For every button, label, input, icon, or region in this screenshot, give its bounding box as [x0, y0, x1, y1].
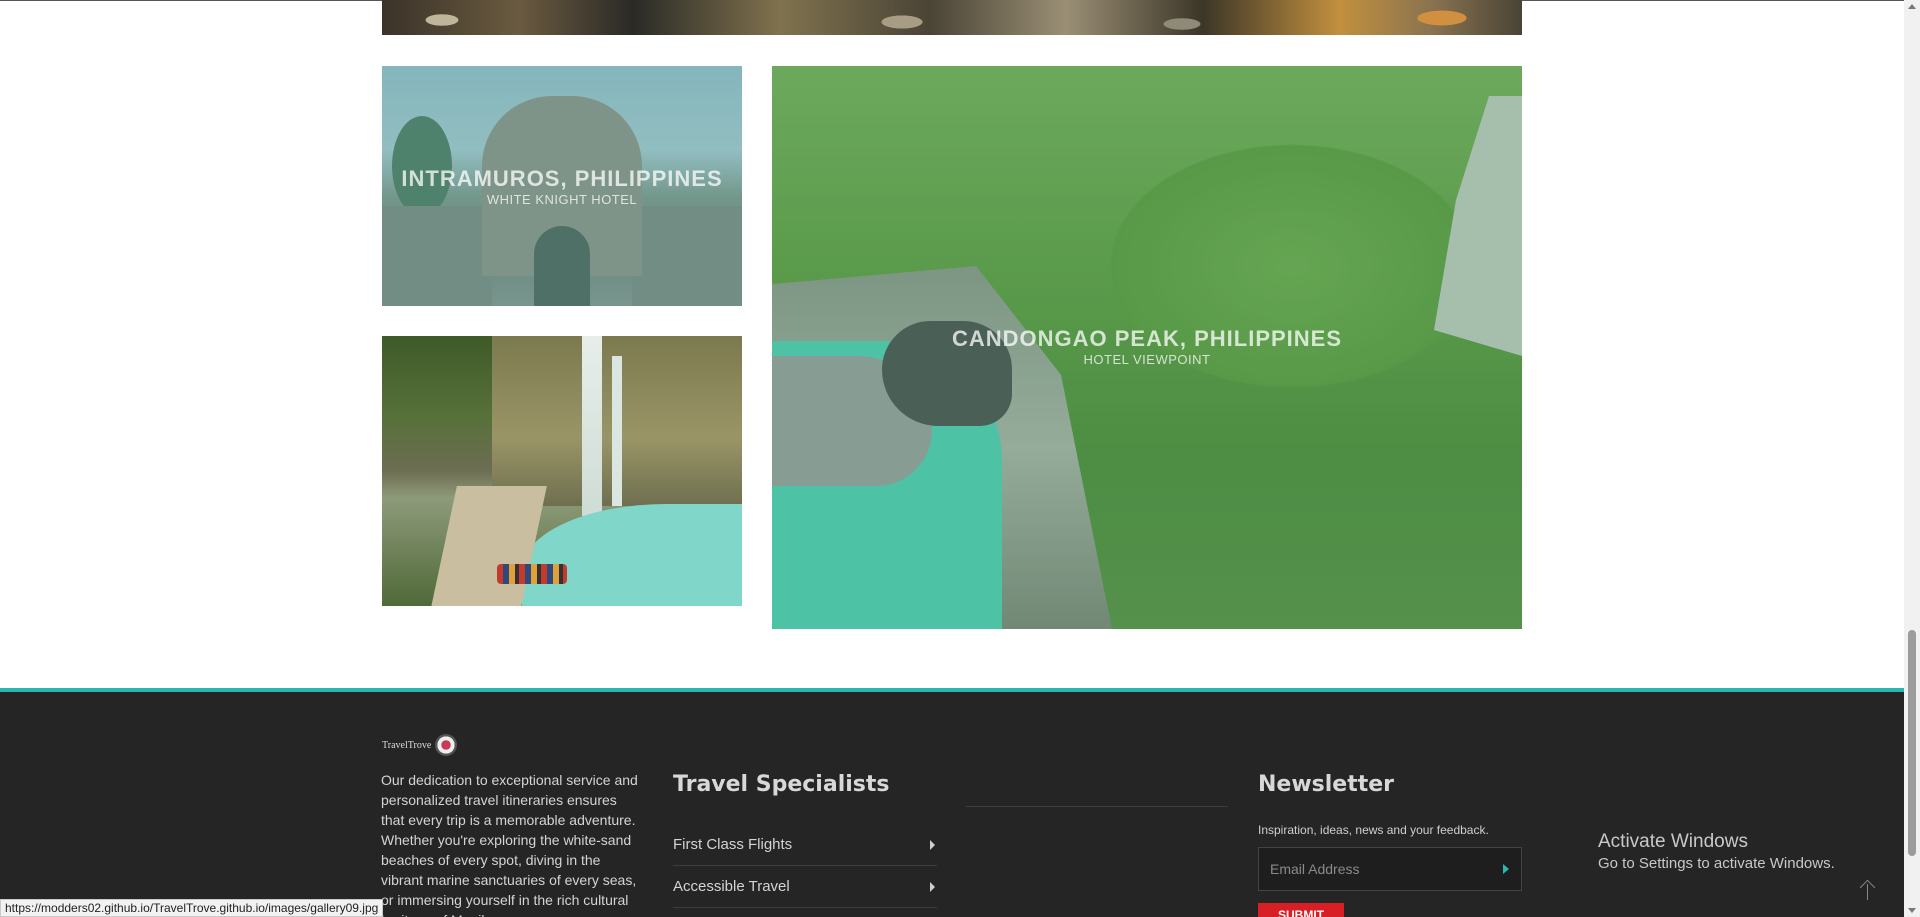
gallery-photo-top[interactable]	[382, 0, 1522, 35]
tile-subtitle: HOTEL VIEWPOINT	[1083, 352, 1211, 367]
caret-right-icon	[930, 881, 935, 892]
newsletter-email-box	[1258, 847, 1522, 891]
activate-windows-watermark: Activate Windows Go to Settings to activ…	[1598, 831, 1835, 872]
newsletter-subtitle: Inspiration, ideas, news and your feedba…	[1258, 823, 1489, 837]
travel-specialists-list: First Class Flights Accessible Travel	[673, 824, 937, 908]
gallery-tile-candongao[interactable]: CANDONGAO PEAK, PHILIPPINES HOTEL VIEWPO…	[772, 66, 1522, 629]
newsletter-submit-button[interactable]: SUBMIT	[1258, 903, 1344, 917]
specialist-link-label: Accessible Travel	[673, 878, 790, 895]
activate-windows-title: Activate Windows	[1598, 831, 1748, 852]
logo-badge-icon	[435, 734, 458, 756]
footer-about-text: Our dedication to exceptional service an…	[381, 772, 638, 917]
page-scrollbar[interactable]	[1904, 0, 1920, 917]
page: INTRAMUROS, PHILIPPINES WHITE KNIGHT HOT…	[0, 0, 1920, 917]
scroll-up-icon[interactable]	[1908, 4, 1916, 9]
activate-windows-subtitle: Go to Settings to activate Windows.	[1598, 855, 1835, 872]
tile-caption: INTRAMUROS, PHILIPPINES WHITE KNIGHT HOT…	[382, 166, 742, 207]
specialist-link-first-class-flights[interactable]: First Class Flights	[673, 824, 937, 866]
send-arrow-icon[interactable]	[1503, 864, 1509, 874]
caret-right-icon	[930, 839, 935, 850]
back-to-top-button[interactable]	[1856, 878, 1880, 902]
waterfall-photo	[382, 336, 742, 606]
scrollbar-thumb[interactable]	[1908, 630, 1916, 856]
logo-text: TravelTrove	[382, 739, 432, 751]
scroll-down-icon[interactable]	[1908, 908, 1916, 913]
tile-title: CANDONGAO PEAK, PHILIPPINES	[951, 326, 1343, 351]
footer-column-divider	[966, 806, 1228, 807]
status-bar-url: https://modders02.github.io/TravelTrove.…	[0, 899, 384, 917]
gallery-tile-waterfall[interactable]	[382, 336, 742, 606]
travel-specialists-heading: Travel Specialists	[673, 772, 890, 797]
tile-caption: CANDONGAO PEAK, PHILIPPINES HOTEL VIEWPO…	[772, 326, 1522, 367]
newsletter-heading: Newsletter	[1258, 772, 1395, 797]
gallery-tile-intramuros[interactable]: INTRAMUROS, PHILIPPINES WHITE KNIGHT HOT…	[382, 66, 742, 306]
tile-title: INTRAMUROS, PHILIPPINES	[401, 166, 723, 191]
footer: TravelTrove Our dedication to exceptiona…	[0, 688, 1920, 917]
newsletter-email-input[interactable]	[1259, 861, 1503, 877]
tile-subtitle: WHITE KNIGHT HOTEL	[486, 192, 638, 207]
specialist-link-label: First Class Flights	[673, 836, 793, 853]
specialist-link-accessible-travel[interactable]: Accessible Travel	[673, 866, 937, 908]
footer-logo[interactable]: TravelTrove	[382, 734, 458, 756]
